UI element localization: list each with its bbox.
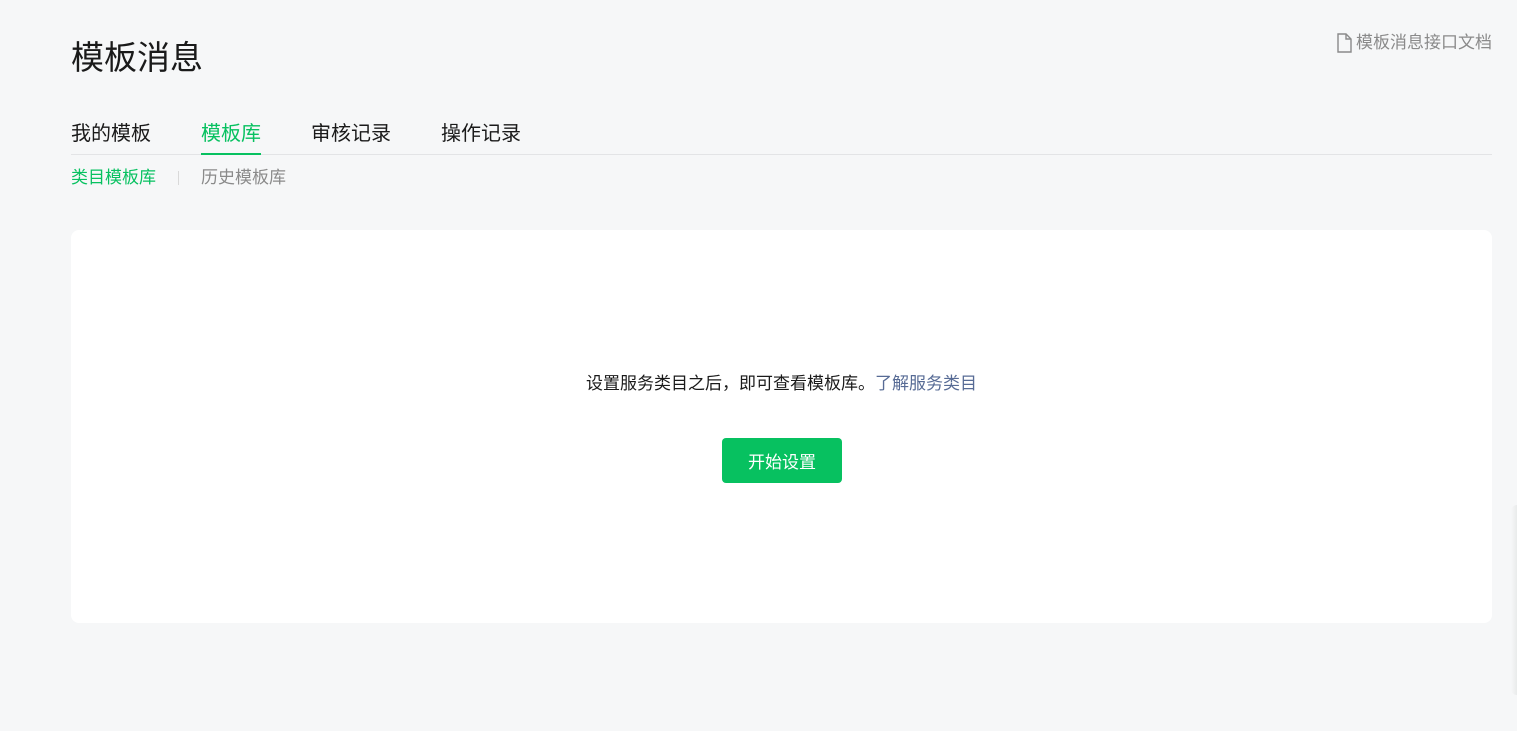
empty-state-message: 设置服务类目之后，即可查看模板库。了解服务类目 [71, 372, 1492, 396]
tab-my-templates[interactable]: 我的模板 [71, 112, 151, 154]
document-icon [1336, 33, 1352, 53]
tab-operation-records[interactable]: 操作记录 [441, 112, 521, 154]
subtab-history-library[interactable]: 历史模板库 [201, 166, 286, 190]
main-tabs: 我的模板 模板库 审核记录 操作记录 [71, 112, 1492, 155]
side-panel-edge [1511, 505, 1517, 695]
sub-tabs: 类目模板库 历史模板库 [71, 166, 286, 190]
page-title: 模板消息 [71, 38, 203, 77]
tab-template-library[interactable]: 模板库 [201, 112, 261, 155]
subtab-divider [178, 171, 179, 185]
empty-state-text: 设置服务类目之后，即可查看模板库。 [586, 374, 875, 394]
subtab-category-library[interactable]: 类目模板库 [71, 166, 156, 190]
tab-review-records[interactable]: 审核记录 [311, 112, 391, 154]
api-doc-link-label: 模板消息接口文档 [1356, 33, 1492, 53]
start-setup-button[interactable]: 开始设置 [722, 438, 842, 483]
api-doc-link[interactable]: 模板消息接口文档 [1336, 32, 1492, 54]
empty-state-card: 设置服务类目之后，即可查看模板库。了解服务类目 开始设置 [71, 230, 1492, 623]
learn-service-category-link[interactable]: 了解服务类目 [875, 374, 977, 394]
